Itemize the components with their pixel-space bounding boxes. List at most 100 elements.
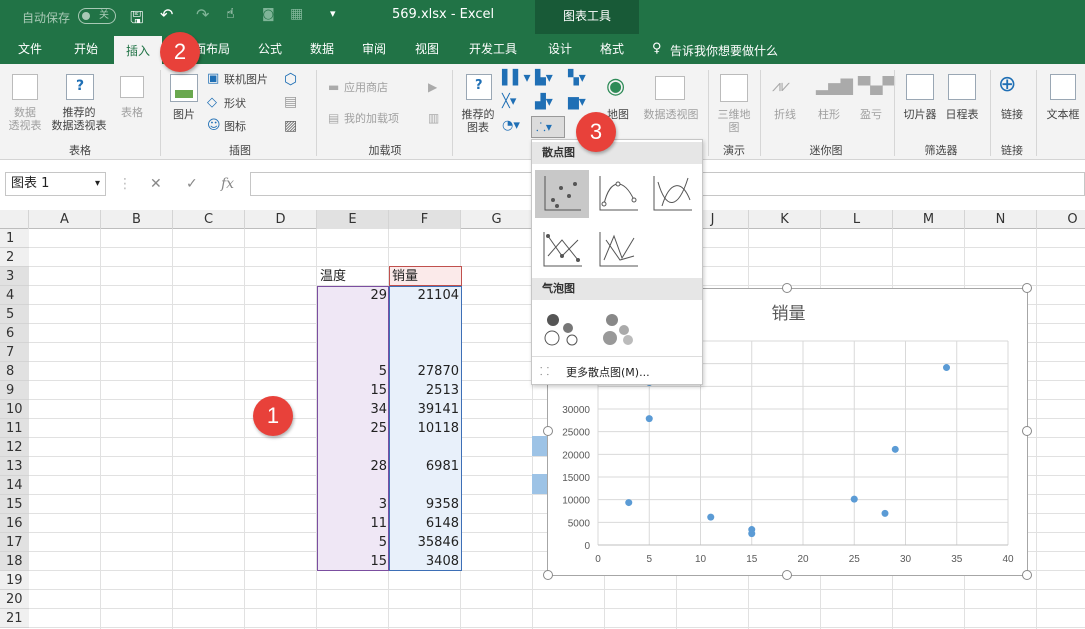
picture-button[interactable]: 图片 — [166, 108, 202, 121]
cell-e16[interactable]: 11 — [317, 514, 387, 533]
cell-f8[interactable]: 27870 — [389, 362, 459, 381]
redo-icon[interactable]: ↷ — [196, 5, 209, 24]
link-button[interactable]: 链接 — [994, 108, 1030, 121]
hierarchy-chart-icon[interactable]: ▙▾ — [535, 70, 553, 86]
timeline-button[interactable]: 日程表 — [942, 108, 982, 121]
scatter-smooth-markers-option[interactable] — [594, 170, 642, 218]
cell-e9[interactable]: 15 — [317, 381, 387, 400]
resize-handle[interactable] — [1022, 570, 1032, 580]
scatter-option[interactable] — [535, 170, 589, 218]
shapes-button[interactable]: 形状 — [224, 97, 246, 110]
column-header[interactable]: G — [461, 210, 533, 229]
bing-maps-icon[interactable]: ▶ — [428, 80, 437, 94]
online-picture-button[interactable]: 联机图片 — [224, 73, 268, 86]
3d-map-button[interactable]: 三维地图 — [712, 108, 756, 134]
sparkline-winloss-icon[interactable]: ▀▄▀ — [858, 76, 895, 95]
form-icon[interactable]: ▦ — [290, 6, 303, 22]
resize-handle[interactable] — [543, 570, 553, 580]
scatter-smooth-option[interactable] — [648, 170, 696, 218]
table-button[interactable]: 表格 — [114, 106, 150, 119]
data-point[interactable] — [943, 364, 950, 372]
row-header[interactable]: 5 — [0, 305, 29, 324]
data-point[interactable] — [748, 526, 756, 534]
cell-e3[interactable]: 温度 — [320, 267, 346, 286]
line-chart-icon[interactable]: ╳▾ — [502, 94, 516, 109]
column-header[interactable]: E — [317, 210, 389, 229]
combo-chart-icon[interactable]: ▆▾ — [568, 94, 586, 110]
sparkline-winloss-button[interactable]: 盈亏 — [854, 108, 888, 121]
tab-developer[interactable]: 开发工具 — [460, 34, 526, 64]
recommended-charts-icon[interactable]: ? — [466, 74, 492, 100]
resize-handle[interactable] — [1022, 283, 1032, 293]
row-header[interactable]: 16 — [0, 514, 29, 533]
tab-format[interactable]: 格式 — [590, 34, 634, 64]
cell-e18[interactable]: 15 — [317, 552, 387, 571]
cell-e15[interactable]: 3 — [317, 495, 387, 514]
row-header[interactable]: 4 — [0, 286, 29, 305]
slicer-icon[interactable] — [906, 74, 934, 100]
sparkline-line-button[interactable]: 折线 — [768, 108, 802, 121]
cell-f13[interactable]: 6981 — [389, 457, 459, 476]
row-header[interactable]: 20 — [0, 590, 29, 609]
data-point[interactable] — [850, 495, 858, 503]
pivot-chart-icon[interactable] — [655, 76, 685, 100]
row-header[interactable]: 3 — [0, 267, 29, 286]
column-header[interactable]: M — [893, 210, 965, 229]
row-header[interactable]: 10 — [0, 400, 29, 419]
table-icon[interactable] — [120, 76, 144, 98]
column-header[interactable]: C — [173, 210, 245, 229]
row-header[interactable]: 13 — [0, 457, 29, 476]
slicer-button[interactable]: 切片器 — [900, 108, 940, 121]
cell-e17[interactable]: 5 — [317, 533, 387, 552]
row-header[interactable]: 11 — [0, 419, 29, 438]
row-header[interactable]: 6 — [0, 324, 29, 343]
sparkline-line-icon[interactable]: ⩘⩗ — [772, 76, 790, 96]
statistic-chart-icon[interactable]: ▟▾ — [535, 94, 553, 110]
select-all-corner[interactable] — [0, 210, 29, 229]
pie-chart-icon[interactable]: ◔▾ — [502, 118, 520, 133]
row-header[interactable]: 15 — [0, 495, 29, 514]
row-header[interactable]: 1 — [0, 229, 29, 248]
cell-f3[interactable]: 销量 — [392, 267, 418, 286]
row-header[interactable]: 14 — [0, 476, 29, 495]
sparkline-column-button[interactable]: 柱形 — [812, 108, 846, 121]
column-header[interactable]: B — [101, 210, 173, 229]
resize-handle[interactable] — [1022, 426, 1032, 436]
tab-file[interactable]: 文件 — [6, 34, 54, 64]
data-point[interactable] — [625, 499, 633, 507]
screenshot-icon[interactable]: ▨ — [284, 118, 297, 134]
resize-handle[interactable] — [782, 283, 792, 293]
column-header[interactable]: K — [749, 210, 821, 229]
row-header[interactable]: 12 — [0, 438, 29, 457]
3d-models-icon[interactable]: ⬡ — [284, 70, 297, 88]
name-box[interactable]: 图表 1 ▾ — [5, 172, 106, 196]
autosave-toggle[interactable]: 关 — [78, 8, 116, 24]
store-button[interactable]: 应用商店 — [344, 81, 388, 94]
cell-f17[interactable]: 35846 — [389, 533, 459, 552]
customize-qat-icon[interactable]: ▾ — [330, 7, 336, 20]
sparkline-column-icon[interactable]: ▂▅▇ — [816, 76, 853, 95]
waterfall-chart-icon[interactable]: ▚▾ — [568, 70, 586, 86]
column-header[interactable]: O — [1037, 210, 1085, 229]
cell-e13[interactable]: 28 — [317, 457, 387, 476]
pivot-chart-button[interactable]: 数据透视图 — [638, 108, 704, 121]
pivot-table-icon[interactable] — [12, 74, 38, 100]
touch-mode-icon[interactable]: ☝ — [226, 6, 235, 22]
more-scatter-charts-link[interactable]: 更多散点图(M)... — [566, 364, 650, 380]
bubble-option[interactable] — [538, 306, 586, 350]
smartart-icon[interactable]: ▤ — [284, 94, 297, 110]
textbox-icon[interactable] — [1050, 74, 1076, 100]
textbox-button[interactable]: 文本框 — [1042, 108, 1084, 121]
data-point[interactable] — [891, 445, 899, 453]
picture-icon[interactable] — [170, 74, 198, 102]
cell-f15[interactable]: 9358 — [389, 495, 459, 514]
row-header[interactable]: 2 — [0, 248, 29, 267]
data-point[interactable] — [707, 513, 715, 521]
link-icon[interactable]: ⊕ — [998, 72, 1016, 97]
column-header[interactable]: D — [245, 210, 317, 229]
tab-home[interactable]: 开始 — [62, 34, 110, 64]
column-header[interactable]: L — [821, 210, 893, 229]
pivot-table-button[interactable]: 数据 透视表 — [4, 106, 46, 132]
map-chart-icon[interactable]: ◉ — [606, 74, 625, 99]
tab-view[interactable]: 视图 — [405, 34, 449, 64]
